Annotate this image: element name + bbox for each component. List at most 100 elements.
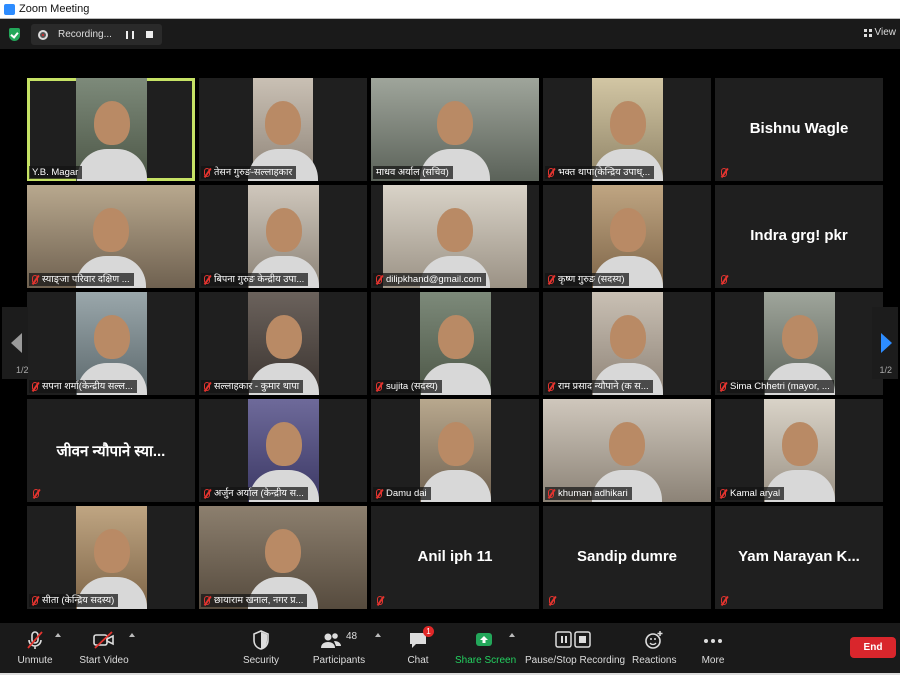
- pause-stop-recording-label: Pause/Stop Recording: [525, 655, 626, 666]
- participant-tile[interactable]: अर्जुन अर्याल (केन्द्रीय स...: [199, 399, 367, 502]
- participants-options-caret-icon[interactable]: [375, 633, 381, 637]
- participant-name-tag: छायाराम खनाल, नगर प्र...: [201, 594, 308, 607]
- participant-tile[interactable]: बिपना गुरुङ केन्द्रीय उपा...: [199, 185, 367, 288]
- gallery-view: Y.B. Magar तेसन गुरुङ-सल्लाहकार माधव अर्या…: [0, 49, 900, 623]
- participant-tile[interactable]: Yam Narayan K...: [715, 506, 883, 609]
- participant-face: [781, 421, 818, 466]
- participant-name: सपना शर्मा(केन्द्रीय सल्ल...: [42, 381, 133, 392]
- muted-microphone-icon: [720, 489, 726, 498]
- participant-name: स्याङ्जा परिवार दक्षिण ...: [42, 274, 130, 285]
- window-title-bar: Zoom Meeting: [0, 0, 900, 19]
- participant-name: तेसन गुरुङ-सल्लाहकार: [214, 167, 293, 178]
- gallery-grid-icon: [863, 28, 872, 37]
- participants-button[interactable]: 48 Participants: [312, 629, 366, 671]
- participant-tile[interactable]: स्याङ्जा परिवार दक्षिण ...: [27, 185, 195, 288]
- participant-face: [609, 100, 646, 145]
- chat-button[interactable]: 1 Chat: [402, 626, 434, 671]
- participant-tile[interactable]: माधव अर्याल (सचिव): [371, 78, 539, 181]
- muted-microphone-icon: [721, 168, 727, 177]
- reactions-button[interactable]: Reactions: [632, 629, 676, 671]
- participant-name: कृष्ण गुरुङ (सदस्य): [558, 274, 625, 285]
- participant-name-tag: भक्त थापा(केन्द्रिय उपाध्...: [545, 166, 655, 179]
- audio-options-caret-icon[interactable]: [55, 633, 61, 637]
- unmute-label: Unmute: [17, 655, 53, 666]
- pause-recording-icon[interactable]: [126, 30, 134, 39]
- security-button[interactable]: Security: [240, 629, 282, 671]
- muted-microphone-icon: [377, 596, 383, 605]
- participants-count: 48: [346, 631, 358, 642]
- participant-tile[interactable]: राम प्रसाद न्यौपाने (क स...: [543, 292, 711, 395]
- pause-stop-recording-button[interactable]: Pause/Stop Recording: [525, 629, 626, 671]
- participant-tile[interactable]: Bishnu Wagle: [715, 78, 883, 181]
- muted-microphone-icon: [376, 489, 382, 498]
- participant-body: [420, 470, 491, 502]
- participant-face: [265, 207, 302, 252]
- participant-video: [76, 78, 147, 181]
- muted-microphone-icon: [204, 596, 210, 605]
- participant-tile[interactable]: छायाराम खनाल, नगर प्र...: [199, 506, 367, 609]
- share-screen-icon: [474, 629, 494, 651]
- participant-name: dilipkhand@gmail.com: [386, 274, 482, 285]
- muted-microphone-icon: [204, 168, 210, 177]
- more-label: More: [701, 655, 725, 666]
- participant-name-tag: माधव अर्याल (सचिव): [373, 166, 453, 179]
- participant-tile[interactable]: Kamal aryal: [715, 399, 883, 502]
- participant-name-tag: सल्लाहकार - कुमार थापा: [201, 380, 304, 393]
- recording-label: Recording...: [58, 29, 112, 40]
- share-screen-button[interactable]: Share Screen: [455, 629, 517, 671]
- participant-tile[interactable]: sujita (सदस्य): [371, 292, 539, 395]
- participant-name: जीवन न्यौपाने स्या...: [56, 442, 166, 460]
- video-options-caret-icon[interactable]: [129, 633, 135, 637]
- participant-name: अर्जुन अर्याल (केन्द्रीय स...: [214, 488, 304, 499]
- participant-tile[interactable]: khuman adhikari: [543, 399, 711, 502]
- muted-microphone-icon: [548, 489, 554, 498]
- participant-tile[interactable]: Indra grg! pkr: [715, 185, 883, 288]
- smiley-plus-icon: [643, 629, 665, 651]
- start-video-button[interactable]: Start Video: [78, 629, 130, 671]
- share-screen-label: Share Screen: [455, 655, 517, 666]
- security-shield-icon[interactable]: [9, 28, 20, 41]
- participant-name: माधव अर्याल (सचिव): [376, 167, 449, 178]
- participant-tile[interactable]: भक्त थापा(केन्द्रिय उपाध्...: [543, 78, 711, 181]
- participant-tile[interactable]: Damu dai: [371, 399, 539, 502]
- participant-name: भक्त थापा(केन्द्रिय उपाध्...: [558, 167, 651, 178]
- muted-microphone-icon: [721, 275, 727, 284]
- end-meeting-button[interactable]: End: [850, 637, 896, 658]
- participant-name: Sandip dumre: [576, 547, 677, 565]
- participants-label: Participants: [312, 655, 366, 666]
- participant-tile[interactable]: Y.B. Magar: [27, 78, 195, 181]
- participant-name: Bishnu Wagle: [749, 119, 849, 137]
- participant-name-tag: dilipkhand@gmail.com: [373, 273, 486, 286]
- participant-name: Y.B. Magar: [32, 167, 79, 178]
- start-video-label: Start Video: [79, 655, 129, 666]
- participant-tile[interactable]: सीता (केन्द्रिय सदस्य): [27, 506, 195, 609]
- participant-tile[interactable]: dilipkhand@gmail.com: [371, 185, 539, 288]
- participant-tile[interactable]: Anil iph 11: [371, 506, 539, 609]
- participant-tile[interactable]: कृष्ण गुरुङ (सदस्य): [543, 185, 711, 288]
- recording-dot-icon: [38, 29, 48, 40]
- participant-name-tag: कृष्ण गुरुङ (सदस्य): [545, 273, 629, 286]
- view-label: View: [874, 27, 897, 38]
- participant-face: [93, 100, 130, 145]
- participant-tile[interactable]: सपना शर्मा(केन्द्रीय सल्ल...: [27, 292, 195, 395]
- participant-tile[interactable]: तेसन गुरुङ-सल्लाहकार: [199, 78, 367, 181]
- participant-face: [265, 421, 302, 466]
- participant-face: [265, 100, 301, 145]
- muted-microphone-icon: [32, 382, 38, 391]
- view-button[interactable]: View: [863, 27, 897, 38]
- participant-tile[interactable]: Sandip dumre: [543, 506, 711, 609]
- participant-tile[interactable]: Sima Chhetri (mayor, ...: [715, 292, 883, 395]
- page-indicator-right: 1/2: [879, 365, 892, 375]
- more-button[interactable]: More: [696, 629, 730, 671]
- stop-recording-icon[interactable]: [146, 31, 153, 38]
- participant-tile[interactable]: जीवन न्यौपाने स्या...: [27, 399, 195, 502]
- unmute-button[interactable]: Unmute: [14, 629, 56, 671]
- muted-microphone-icon: [548, 168, 554, 177]
- participant-face: [93, 314, 130, 359]
- chat-label: Chat: [407, 655, 429, 666]
- video-off-icon: [92, 629, 116, 651]
- participant-tile[interactable]: सल्लाहकार - कुमार थापा: [199, 292, 367, 395]
- share-options-caret-icon[interactable]: [509, 633, 515, 637]
- muted-microphone-icon: [32, 596, 38, 605]
- participant-face: [437, 314, 474, 359]
